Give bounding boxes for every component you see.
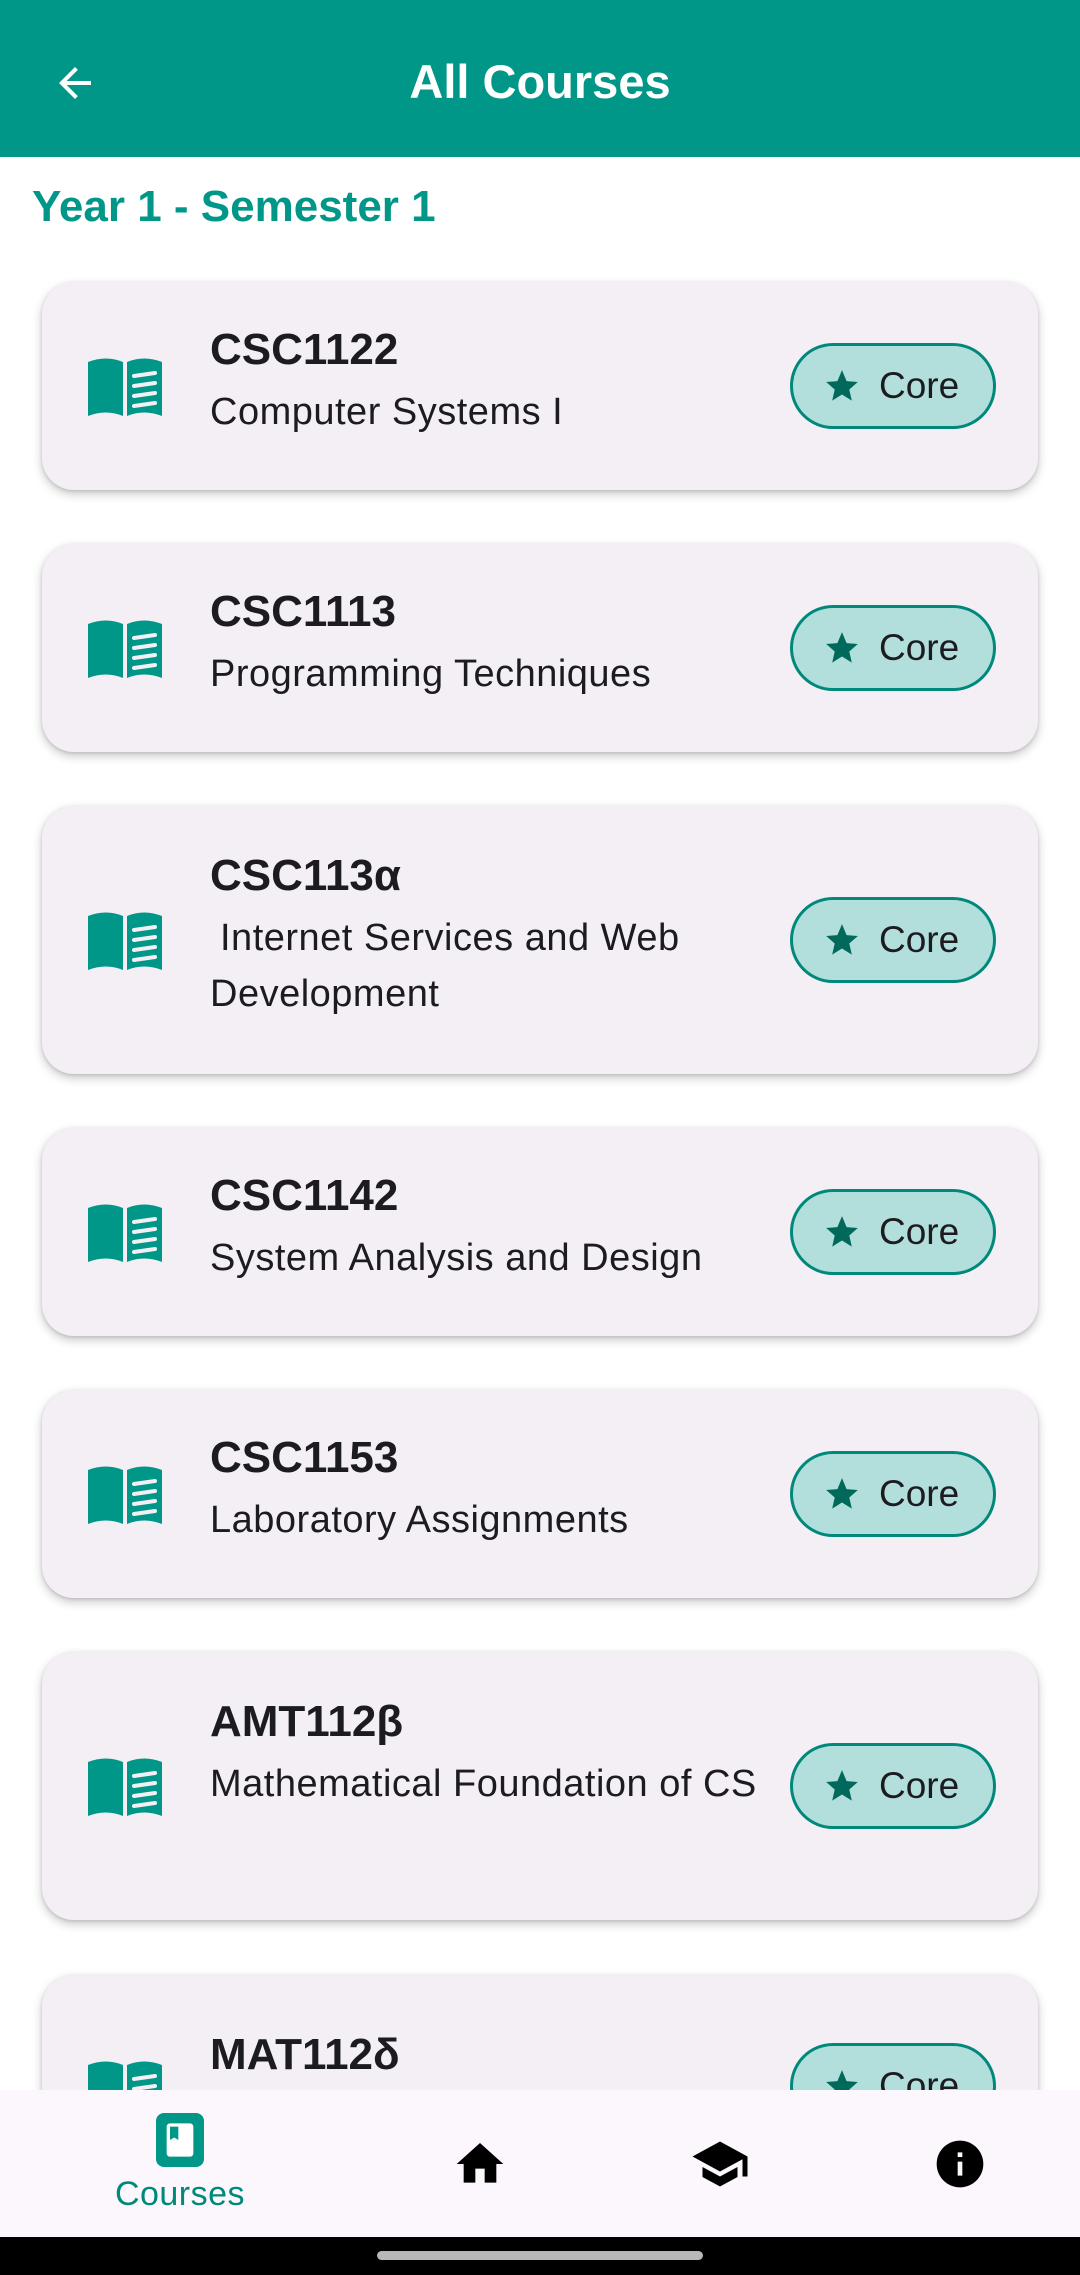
star-icon [826, 1770, 858, 1801]
course-card[interactable]: CSC1142 System Analysis and Design Core [42, 1128, 1038, 1336]
page-title: All Courses [409, 55, 671, 108]
home-icon [456, 2142, 504, 2183]
course-code: CSC1122 [210, 325, 399, 374]
course-name: Internet Services and Web Development [210, 917, 680, 1015]
core-chip[interactable]: Core [790, 2043, 996, 2090]
open-book-icon [88, 1466, 162, 1524]
course-code: CSC113α [210, 851, 401, 900]
course-name: Programming Techniques [210, 653, 652, 695]
home-indicator[interactable] [377, 2251, 703, 2260]
info-icon [936, 2140, 984, 2187]
chip-label: Core [879, 1211, 960, 1252]
open-book-icon [88, 620, 162, 678]
bottom-navigation: Courses [0, 2090, 1080, 2237]
core-chip[interactable]: Core [790, 1451, 996, 1537]
course-card[interactable]: CSC113α Internet Services and Web Develo… [42, 806, 1038, 1074]
core-chip[interactable]: Core [790, 343, 996, 429]
nav-item-info[interactable] [890, 2090, 1030, 2237]
app-bar: All Courses [0, 0, 1080, 157]
course-code: CSC1113 [210, 587, 396, 636]
chip-label: Core [879, 919, 960, 960]
core-chip[interactable]: Core [790, 1743, 996, 1829]
graduation-cap-icon [692, 2141, 748, 2186]
section-heading: Year 1 - Semester 1 [32, 182, 436, 231]
star-icon [826, 1478, 858, 1509]
star-icon [826, 924, 858, 955]
core-chip[interactable]: Core [790, 605, 996, 691]
open-book-icon [88, 358, 162, 416]
star-icon [826, 370, 858, 401]
course-name: Mathematical Foundation of CS [210, 1763, 757, 1805]
core-chip[interactable]: Core [790, 1189, 996, 1275]
course-code: CSC1153 [210, 1433, 399, 1482]
course-name: Laboratory Assignments [210, 1499, 629, 1541]
course-name: Computer Systems I [210, 391, 564, 433]
nav-item-courses[interactable]: Courses [80, 2090, 280, 2237]
course-card[interactable]: CSC1153 Laboratory Assignments Core [42, 1390, 1038, 1598]
open-book-icon [88, 2061, 162, 2090]
nav-label: Courses [114, 2175, 246, 2213]
course-card[interactable]: AMT112β Mathematical Foundation of CS Co… [42, 1652, 1038, 1920]
course-card[interactable]: CSC1113 Programming Techniques Core [42, 544, 1038, 752]
nav-item-academics[interactable] [650, 2090, 790, 2237]
star-icon [826, 632, 858, 663]
open-book-icon [88, 1758, 162, 1816]
course-code: CSC1142 [210, 1171, 399, 1220]
chip-label: Core [879, 1765, 960, 1806]
app: Year 1 - Semester 1 CSC1122 Computer Sys… [0, 0, 1080, 2275]
course-list[interactable]: Year 1 - Semester 1 CSC1122 Computer Sys… [0, 0, 1080, 2090]
chip-label: Core [879, 627, 960, 668]
course-name: System Analysis and Design [210, 1237, 703, 1279]
chip-label: Core [879, 1473, 960, 1514]
course-card[interactable]: CSC1122 Computer Systems I Core [42, 282, 1038, 490]
open-book-icon [88, 912, 162, 970]
course-card[interactable]: MAT112δ Core [42, 1975, 1038, 2090]
chip-label: Core [879, 2065, 960, 2090]
star-icon [826, 2070, 858, 2090]
nav-item-home[interactable] [410, 2090, 550, 2237]
star-icon [826, 1216, 858, 1247]
course-code: MAT112δ [210, 2030, 400, 2079]
system-navigation-bar [0, 2237, 1080, 2275]
course-code: AMT112β [210, 1697, 404, 1746]
chip-label: Core [879, 365, 960, 406]
book-icon [156, 2113, 204, 2167]
open-book-icon [88, 1204, 162, 1262]
core-chip[interactable]: Core [790, 897, 996, 983]
